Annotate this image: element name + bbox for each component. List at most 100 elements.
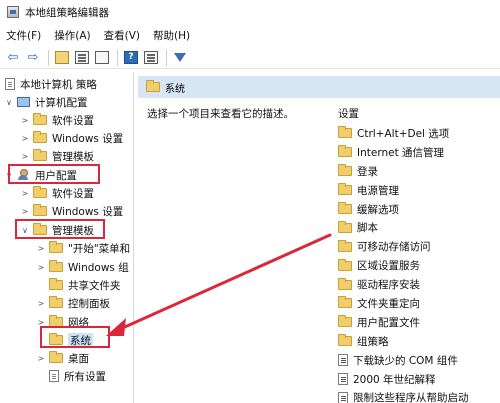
list-item-label: 文件夹重定向 [357, 297, 420, 310]
folder-icon [338, 239, 352, 252]
tree-item-windows-components[interactable]: > Windows 组 [36, 258, 129, 276]
tree-item-label: 软件设置 [52, 187, 94, 200]
tree-item-label: 本地计算机 策略 [20, 78, 97, 91]
list-item[interactable]: Internet 通信管理 [336, 143, 500, 162]
description-text: 选择一个项目来查看它的描述。 [147, 108, 294, 120]
folder-icon [338, 334, 352, 347]
collapse-arrow-icon[interactable]: > [36, 299, 46, 308]
collapse-arrow-icon[interactable]: > [20, 189, 30, 198]
tree-item-computer-config[interactable]: ∨ 计算机配置 [4, 93, 87, 111]
tree-item-label: Windows 设置 [52, 205, 124, 218]
tree-item-label: "开始"菜单和 [68, 242, 131, 255]
window-title: 本地组策略编辑器 [25, 6, 109, 19]
tree-item-all-settings[interactable]: 所有设置 [46, 367, 106, 385]
highlight-system [40, 326, 110, 348]
setting-item[interactable]: 下载缺少的 COM 组件 [336, 351, 500, 370]
menu-bar: 文件(F) 操作(A) 查看(V) 帮助(H) [0, 26, 500, 44]
collapse-arrow-icon[interactable]: > [20, 207, 30, 216]
details-pane: 系统 选择一个项目来查看它的描述。 设置 Ctrl+Alt+Del 选项 Int… [138, 72, 500, 403]
list-item-label: 区域设置服务 [357, 260, 420, 273]
folder-icon [49, 351, 63, 363]
list-item[interactable]: 电源管理 [336, 181, 500, 200]
list-item-label: 驱动程序安装 [357, 279, 420, 292]
details-header: 系统 [138, 76, 500, 98]
list-item[interactable]: 可移动存储访问 [336, 237, 500, 256]
tree-item-label: 控制面板 [68, 297, 110, 310]
forward-arrow-icon[interactable]: ⇨ [24, 49, 42, 67]
list-item-label: Internet 通信管理 [357, 146, 445, 159]
tree-item-desktop[interactable]: > 桌面 [36, 349, 89, 367]
list-item-label: 缓解选项 [357, 203, 399, 216]
folder-icon [49, 260, 63, 272]
list-item[interactable]: 驱动程序安装 [336, 275, 500, 294]
folder-icon [338, 258, 352, 271]
tree-item-label: Windows 设置 [52, 132, 124, 145]
highlight-user-config [8, 164, 100, 184]
tree-item-label: Windows 组 [68, 261, 129, 274]
setting-item[interactable]: 2000 年世纪解释 [336, 370, 500, 389]
policy-setting-icon [338, 391, 348, 403]
policy-setting-icon [338, 373, 348, 386]
list-item[interactable]: 文件夹重定向 [336, 294, 500, 313]
collapse-arrow-icon[interactable]: > [36, 354, 46, 363]
folder-icon [338, 126, 352, 139]
list-item-label: 脚本 [357, 222, 378, 235]
setting-item-label: 限制这些程序从帮助启动 [353, 392, 469, 403]
folder-icon [33, 131, 47, 143]
properties-icon[interactable] [142, 49, 160, 67]
filter-icon[interactable] [171, 49, 189, 67]
setting-item[interactable]: 限制这些程序从帮助启动 [336, 388, 500, 403]
collapse-arrow-icon[interactable]: > [20, 152, 30, 161]
folder-icon [33, 186, 47, 198]
folder-icon [338, 315, 352, 328]
tree-item-label: 所有设置 [64, 370, 106, 383]
folder-icon [338, 145, 352, 158]
toolbar: ⇦ ⇨ ? [0, 47, 500, 69]
list-item[interactable]: 组策略 [336, 332, 500, 351]
collapse-arrow-icon[interactable]: > [20, 134, 30, 143]
folder-icon [33, 113, 47, 125]
collapse-arrow-icon[interactable]: > [36, 263, 46, 272]
folder-icon [338, 164, 352, 177]
tree-item-start-menu[interactable]: > "开始"菜单和 [36, 239, 130, 257]
list-item[interactable]: 缓解选项 [336, 200, 500, 219]
list-item[interactable]: 脚本 [336, 218, 500, 237]
list-item-label: 登录 [357, 165, 378, 178]
tree-item-computer-software[interactable]: > 软件设置 [20, 111, 94, 129]
tree-item-root[interactable]: 本地计算机 策略 [2, 75, 97, 93]
tree-item-computer-admin[interactable]: > 管理模板 [20, 147, 94, 165]
tree-item-label: 软件设置 [52, 114, 94, 127]
menu-view[interactable]: 查看(V) [104, 28, 140, 43]
menu-help[interactable]: 帮助(H) [153, 28, 190, 43]
tree-item-user-windows[interactable]: > Windows 设置 [20, 202, 123, 220]
tree-item-user-software[interactable]: > 软件设置 [20, 184, 94, 202]
column-header-setting[interactable]: 设置 [338, 106, 359, 121]
expand-arrow-icon[interactable]: ∨ [4, 98, 14, 107]
settings-list-icon [49, 370, 59, 382]
list-item-label: Ctrl+Alt+Del 选项 [357, 127, 450, 140]
policy-doc-icon [5, 78, 15, 90]
tree-item-shared-folders[interactable]: 共享文件夹 [46, 276, 121, 294]
export-list-icon[interactable] [93, 49, 111, 67]
show-hide-tree-icon[interactable] [73, 49, 91, 67]
list-item[interactable]: 用户配置文件 [336, 313, 500, 332]
back-arrow-icon[interactable]: ⇦ [4, 49, 22, 67]
list-item[interactable]: 登录 [336, 162, 500, 181]
help-icon[interactable]: ? [122, 49, 140, 67]
menu-file[interactable]: 文件(F) [6, 28, 41, 43]
title-bar: 本地组策略编辑器 [0, 0, 500, 24]
menu-action[interactable]: 操作(A) [54, 28, 90, 43]
collapse-arrow-icon[interactable]: > [20, 116, 30, 125]
folder-icon [49, 296, 63, 308]
collapse-arrow-icon[interactable]: > [36, 244, 46, 253]
list-item[interactable]: 区域设置服务 [336, 256, 500, 275]
up-folder-icon[interactable] [53, 49, 71, 67]
tree-item-control-panel[interactable]: > 控制面板 [36, 294, 110, 312]
tree-item-computer-windows[interactable]: > Windows 设置 [20, 129, 123, 147]
setting-item-label: 下载缺少的 COM 组件 [353, 354, 458, 367]
list-item[interactable]: Ctrl+Alt+Del 选项 [336, 124, 500, 143]
list-item-label: 可移动存储访问 [357, 241, 431, 254]
app-icon [7, 6, 19, 18]
folder-icon [338, 296, 352, 309]
toolbar-separator [48, 49, 49, 66]
